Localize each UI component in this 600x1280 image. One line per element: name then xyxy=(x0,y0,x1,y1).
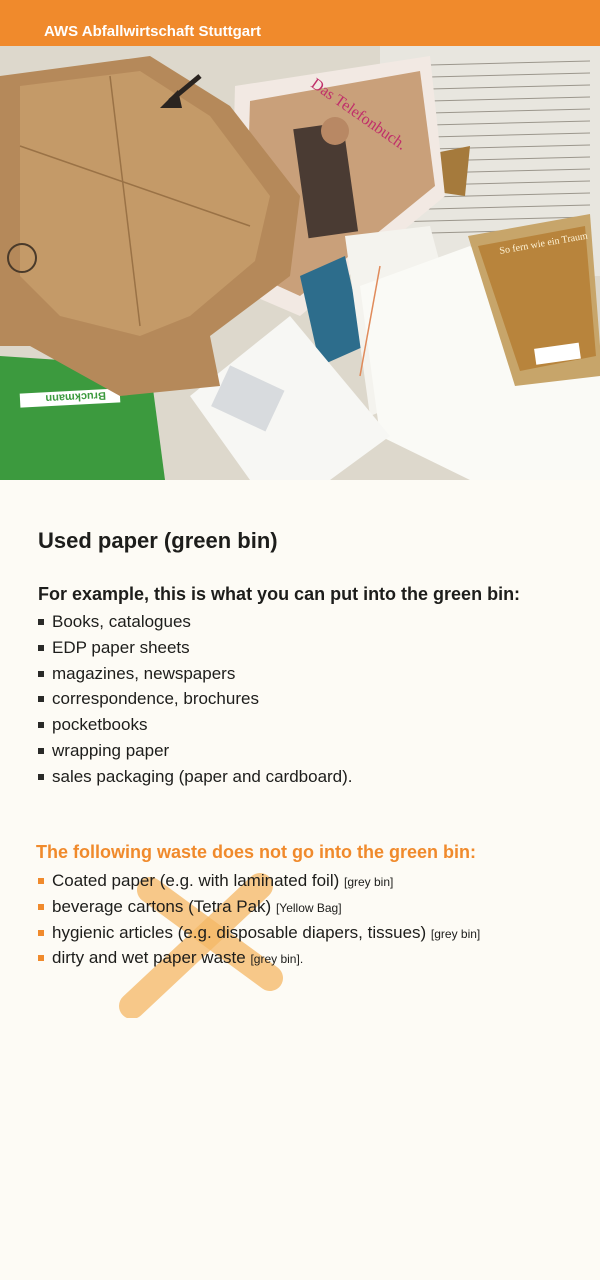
not-allowed-intro: The following waste does not go into the… xyxy=(36,842,476,862)
bin-note: [grey bin]. xyxy=(250,952,304,967)
header-bar: AWS Abfallwirtschaft Stuttgart xyxy=(0,0,600,46)
allowed-item: sales packaging (paper and cardboard). xyxy=(38,764,353,790)
allowed-item: Books, catalogues xyxy=(38,609,353,635)
not-allowed-list: Coated paper (e.g. with laminated foil) … xyxy=(38,868,480,971)
bullet-icon xyxy=(38,929,44,936)
bullet-icon xyxy=(38,955,44,962)
bin-note: [grey bin] xyxy=(344,875,394,889)
bullet-icon xyxy=(38,696,44,703)
photo-illustration: Das Telefonbuch. 2009 So fern wie ein Tr… xyxy=(0,46,600,480)
not-allowed-item: beverage cartons (Tetra Pak) [Yellow Bag… xyxy=(38,894,480,920)
allowed-intro: For example, this is what you can put in… xyxy=(38,584,521,604)
header-title: AWS Abfallwirtschaft Stuttgart xyxy=(44,23,261,40)
bullet-icon xyxy=(38,903,44,910)
not-allowed-item: dirty and wet paper waste [grey bin]. xyxy=(38,945,480,971)
not-allowed-item: hygienic articles (e.g. disposable diape… xyxy=(38,920,480,946)
paper-waste-photo: Das Telefonbuch. 2009 So fern wie ein Tr… xyxy=(0,46,600,480)
allowed-item: correspondence, brochures xyxy=(38,686,353,712)
page-title: Used paper (green bin) xyxy=(38,528,278,553)
bullet-icon xyxy=(38,722,44,729)
bullet-icon xyxy=(38,773,44,780)
bullet-icon xyxy=(38,878,44,884)
allowed-item: EDP paper sheets xyxy=(38,635,353,661)
bullet-icon xyxy=(38,670,44,677)
allowed-item: pocketbooks xyxy=(38,712,353,738)
allowed-list: Books, catalogues EDP paper sheets magaz… xyxy=(38,609,353,790)
bullet-icon xyxy=(38,619,44,625)
bin-note: [grey bin] xyxy=(430,926,481,941)
allowed-item: wrapping paper xyxy=(38,738,353,764)
bullet-icon xyxy=(38,644,44,651)
not-allowed-item: Coated paper (e.g. with laminated foil) … xyxy=(38,868,480,894)
allowed-item: magazines, newspapers xyxy=(38,661,353,687)
bullet-icon xyxy=(38,747,44,754)
bin-note: [Yellow Bag] xyxy=(275,900,342,915)
